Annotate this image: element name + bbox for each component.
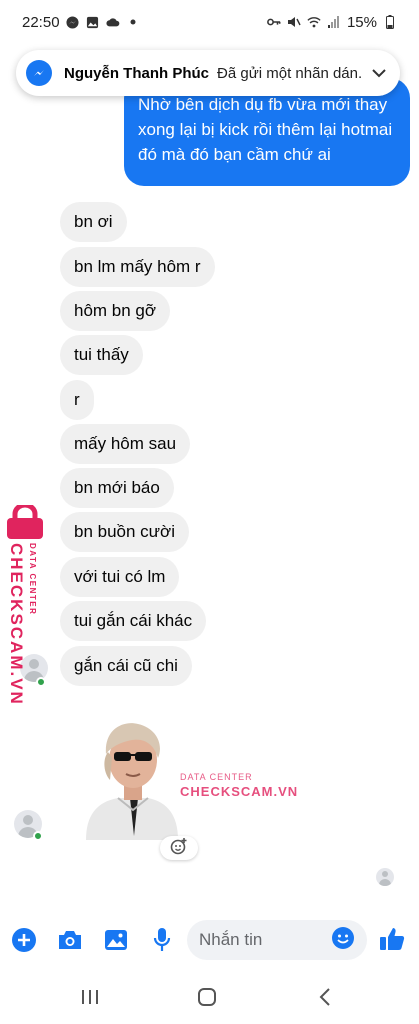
key-icon — [267, 15, 281, 29]
back-icon[interactable] — [310, 984, 340, 1010]
incoming-message-bubble[interactable]: bn buồn cười — [60, 512, 189, 552]
incoming-message-text: hôm bn gỡ — [74, 301, 157, 320]
incoming-message-bubble[interactable]: gắn cái cũ chi — [60, 646, 192, 686]
sticker-watermark-sub: DATA CENTER — [180, 772, 253, 782]
notification-sender: Nguyễn Thanh Phúc — [64, 64, 210, 82]
add-reaction-button[interactable] — [160, 836, 198, 860]
mute-icon — [287, 15, 301, 29]
incoming-message-text: tui gắn cái khác — [74, 611, 193, 630]
battery-percent: 15% — [346, 13, 377, 31]
incoming-message-text: với tui có lm — [74, 567, 166, 586]
battery-icon — [383, 15, 397, 29]
incoming-message-text: bn mới báo — [74, 478, 160, 497]
message-input-box[interactable] — [187, 920, 367, 960]
signal-icon — [327, 15, 341, 29]
smiley-plus-icon — [170, 837, 188, 860]
incoming-message-text: bn lm mấy hôm r — [74, 257, 201, 276]
add-icon[interactable] — [10, 926, 38, 954]
seen-avatar — [376, 868, 394, 886]
messenger-icon — [66, 15, 80, 29]
gallery-icon[interactable] — [102, 926, 130, 954]
incoming-message-text: bn ơi — [74, 212, 113, 231]
incoming-message-text: tui thấy — [74, 345, 129, 364]
gallery-icon — [86, 15, 100, 29]
incoming-message-bubble[interactable]: bn ơi — [60, 202, 127, 242]
incoming-message-text: r — [74, 390, 80, 409]
incoming-message-bubble[interactable]: tui thấy — [60, 335, 143, 375]
sticker-watermark-brand: CHECKSCAM.VN — [180, 784, 299, 799]
watermark-sub: DATA CENTER — [28, 543, 37, 616]
watermark-brand: CHECKSCAM.VN — [7, 543, 26, 706]
incoming-message-bubble[interactable]: với tui có lm — [60, 557, 180, 597]
status-bar: 22:50 15% — [0, 0, 419, 44]
camera-icon[interactable] — [56, 926, 84, 954]
incoming-message-text: mấy hôm sau — [74, 434, 177, 453]
incoming-message-bubble[interactable]: r — [60, 380, 94, 420]
like-icon[interactable] — [378, 925, 406, 953]
sticker-image[interactable] — [78, 718, 188, 840]
incoming-message-bubble[interactable]: tui gắn cái khác — [60, 601, 207, 641]
incoming-message-bubble[interactable]: bn mới báo — [60, 468, 174, 508]
chevron-down-icon[interactable] — [370, 64, 388, 82]
notification-message: Đã gửi một nhãn dán. — [217, 64, 363, 82]
recent-apps-icon[interactable] — [75, 984, 105, 1010]
home-icon[interactable] — [192, 984, 222, 1010]
incoming-message-text: bn buồn cười — [74, 522, 175, 541]
status-time: 22:50 — [22, 13, 60, 31]
system-navigation-bar — [0, 972, 419, 1024]
watermark-logo: CHECKSCAM.VN DATA CENTER — [4, 505, 48, 706]
incoming-message-bubble[interactable]: mấy hôm sau — [60, 424, 191, 464]
message-composer — [0, 914, 419, 966]
more-notifications-dot-icon — [126, 15, 140, 29]
microphone-icon[interactable] — [148, 926, 176, 954]
messenger-notification[interactable]: Nguyễn Thanh Phúc Đã gửi một nhãn dán. — [16, 50, 400, 96]
online-status-dot — [33, 831, 43, 841]
message-input[interactable] — [199, 930, 329, 950]
wifi-icon — [307, 15, 321, 29]
messenger-app-icon — [26, 60, 52, 86]
outgoing-message-text: Nhờ bên dịch dụ fb vừa mới thay xong lại… — [138, 95, 393, 164]
incoming-message-bubble[interactable]: bn lm mấy hôm r — [60, 247, 215, 287]
emoji-icon[interactable] — [331, 926, 355, 955]
incoming-message-bubble[interactable]: hôm bn gỡ — [60, 291, 171, 331]
incoming-message-text: gắn cái cũ chi — [74, 656, 178, 675]
cloud-icon — [105, 15, 120, 29]
